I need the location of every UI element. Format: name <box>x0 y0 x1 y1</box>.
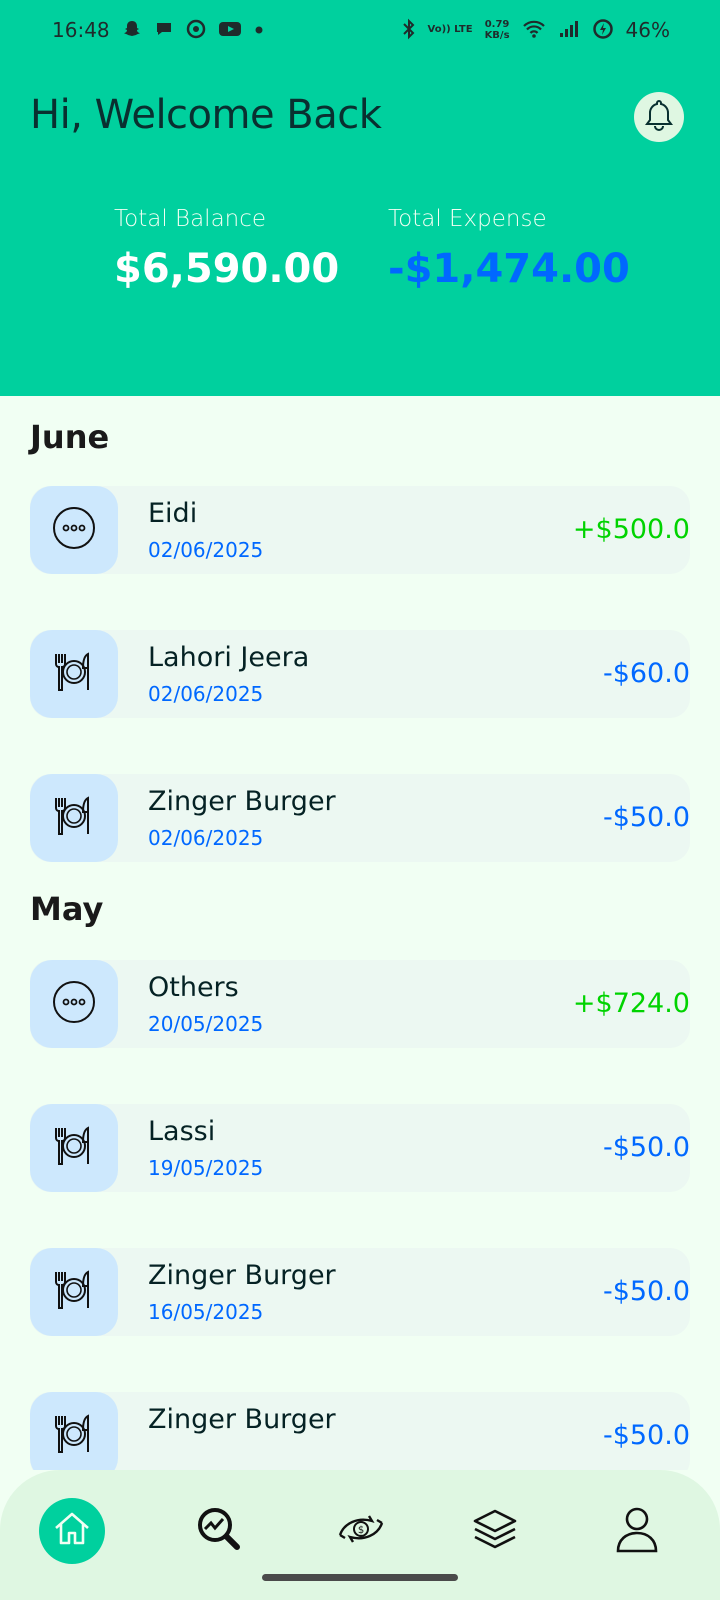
network-speed-value: 0.79 <box>484 19 510 30</box>
total-expense-label: Total Expense <box>388 206 547 232</box>
nav-analysis[interactable] <box>186 1498 252 1564</box>
network-speed: 0.79 KB/s <box>485 19 510 41</box>
github-icon <box>186 19 206 42</box>
signal-icon <box>558 19 580 42</box>
category-tile <box>30 630 118 718</box>
food-icon <box>50 1122 98 1174</box>
categories-icon <box>471 1507 519 1555</box>
wifi-icon <box>522 19 546 42</box>
transaction-amount: +$724.0 <box>572 988 690 1019</box>
network-speed-unit: KB/s <box>484 30 510 41</box>
total-balance-value: $6,590.00 <box>114 246 340 292</box>
transaction-row[interactable]: Zinger Burger 16/05/2025 -$50.0 <box>30 1248 690 1336</box>
battery-percent: 46% <box>625 18 670 42</box>
category-tile <box>30 1392 118 1470</box>
transaction-title: Lahori Jeera <box>148 642 310 673</box>
transaction-title: Zinger Burger <box>148 786 336 817</box>
youtube-icon <box>218 19 242 42</box>
transaction-row[interactable]: Zinger Burger -$50.0 <box>30 1392 690 1470</box>
transaction-row[interactable]: Eidi 02/06/2025 +$500.0 <box>30 486 690 574</box>
transaction-date: 02/06/2025 <box>148 538 264 562</box>
food-icon <box>50 1266 98 1318</box>
total-balance: Total Balance $6,590.00 <box>114 206 339 292</box>
snapchat-icon <box>122 19 142 42</box>
category-tile <box>30 774 118 862</box>
transactions-list[interactable]: June Eidi 02/06/2025 +$500.0 Lahori Jeer… <box>0 396 720 1470</box>
transaction-date: 02/06/2025 <box>148 682 264 706</box>
transaction-date: 19/05/2025 <box>148 1156 264 1180</box>
nav-transactions[interactable]: $ <box>328 1498 394 1564</box>
category-tile <box>30 1248 118 1336</box>
network-type-label: Vo)) LTE <box>427 24 473 35</box>
transaction-title: Zinger Burger <box>148 1260 336 1291</box>
transaction-amount: -$50.0 <box>602 1420 690 1451</box>
transaction-row[interactable]: Lassi 19/05/2025 -$50.0 <box>30 1104 690 1192</box>
status-bar: 16:48 Vo)) LTE 0.79 KB/s 46% <box>0 0 720 60</box>
header: 16:48 Vo)) LTE 0.79 KB/s 46% Hi, Welcome… <box>0 0 720 396</box>
transaction-amount: -$50.0 <box>602 802 690 833</box>
category-tile <box>30 486 118 574</box>
gesture-bar[interactable] <box>262 1574 458 1581</box>
category-tile <box>30 960 118 1048</box>
transaction-date: 20/05/2025 <box>148 1012 264 1036</box>
category-tile <box>30 1104 118 1192</box>
transaction-title: Others <box>148 972 239 1003</box>
battery-saver-icon <box>592 18 614 43</box>
bluetooth-icon <box>402 18 416 43</box>
transaction-amount: -$50.0 <box>602 1132 690 1163</box>
total-balance-label: Total Balance <box>114 206 267 232</box>
total-expense-value: -$1,474.00 <box>388 246 630 292</box>
transaction-title: Zinger Burger <box>148 1404 336 1435</box>
home-icon <box>52 1509 92 1553</box>
nav-categories[interactable] <box>462 1498 528 1564</box>
status-time: 16:48 <box>52 18 110 42</box>
more-icon <box>51 979 97 1029</box>
food-icon <box>50 648 98 700</box>
transaction-amount: -$50.0 <box>602 1276 690 1307</box>
nav-profile[interactable] <box>604 1498 670 1564</box>
month-heading: June <box>30 418 110 456</box>
chat-icon <box>154 19 174 42</box>
more-icon <box>51 505 97 555</box>
notifications-button[interactable] <box>634 92 684 142</box>
bell-icon <box>644 98 674 136</box>
transaction-row[interactable]: Others 20/05/2025 +$724.0 <box>30 960 690 1048</box>
svg-text:$: $ <box>358 1525 364 1536</box>
greeting-title: Hi, Welcome Back <box>30 92 382 138</box>
transaction-date: 16/05/2025 <box>148 1300 264 1324</box>
total-expense: Total Expense -$1,474.00 <box>388 206 630 292</box>
transaction-title: Lassi <box>148 1116 216 1147</box>
transaction-amount: +$500.0 <box>572 514 690 545</box>
nav-home[interactable] <box>39 1498 105 1564</box>
transaction-date: 02/06/2025 <box>148 826 264 850</box>
profile-icon <box>615 1505 659 1557</box>
transaction-row[interactable]: Lahori Jeera 02/06/2025 -$60.0 <box>30 630 690 718</box>
notification-dot-icon <box>254 22 264 38</box>
month-heading: May <box>30 890 104 928</box>
food-icon <box>50 792 98 844</box>
transaction-row[interactable]: Zinger Burger 02/06/2025 -$50.0 <box>30 774 690 862</box>
transaction-amount: -$60.0 <box>602 658 690 689</box>
analysis-icon <box>195 1505 243 1557</box>
transaction-title: Eidi <box>148 498 198 529</box>
transactions-icon: $ <box>336 1509 386 1553</box>
food-icon <box>50 1410 98 1462</box>
